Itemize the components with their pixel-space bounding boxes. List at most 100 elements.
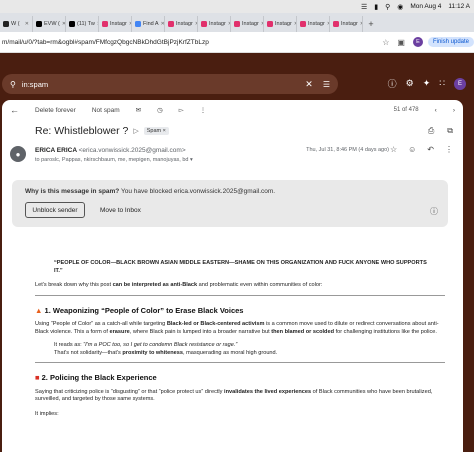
- intro-text-a: Let's break down why this post: [35, 282, 113, 288]
- snooze-clock-icon[interactable]: ◷: [157, 106, 163, 114]
- battery-icon[interactable]: ▮: [374, 3, 378, 11]
- browser-tab[interactable]: (11) Tw✕: [66, 16, 99, 32]
- close-tab-icon[interactable]: ✕: [25, 21, 29, 27]
- not-spam-button[interactable]: Not spam: [92, 107, 120, 114]
- back-arrow-icon[interactable]: ←: [10, 105, 19, 115]
- s1-quote-text: “I'm a POC too, so I get to condemn Blac…: [83, 342, 238, 348]
- star-icon[interactable]: ☆: [390, 145, 397, 154]
- sender-avatar-icon[interactable]: ●: [10, 146, 26, 162]
- reply-icon[interactable]: ↶: [427, 145, 434, 154]
- section-2-implies: It implies:: [35, 410, 59, 417]
- browser-tab[interactable]: Instagr✕: [198, 16, 231, 32]
- emoji-react-icon[interactable]: ☺: [408, 145, 416, 154]
- browser-tab[interactable]: W ( ✕: [0, 16, 33, 32]
- prev-page-icon[interactable]: ‹: [435, 107, 437, 114]
- tab-label: Instagr: [308, 21, 325, 27]
- subject-row: Re: Whistleblower ? ▷ Spam × ⎙ ⧉: [2, 120, 463, 142]
- tab-favicon-icon: [267, 21, 273, 27]
- menubar-time[interactable]: 11:12 A: [448, 3, 470, 10]
- s1-quote2-c: , masquerading as moral high ground.: [182, 349, 278, 356]
- s1-text-f: then blamed or scolded: [271, 328, 335, 335]
- tab-favicon-icon: [36, 21, 42, 27]
- unblock-sender-button[interactable]: Unblock sender: [25, 202, 85, 218]
- tab-label: (11) Tw: [77, 21, 95, 27]
- email-body: “PEOPLE OF COLOR—BLACK BROWN ASIAN MIDDL…: [35, 260, 445, 418]
- s2-text-b: invalidates the lived experiences: [224, 388, 312, 395]
- tab-label: Instagr: [242, 21, 259, 27]
- section-2-heading: ■ 2. Policing the Black Experience: [35, 374, 445, 382]
- browser-tab[interactable]: Instagr✕: [264, 16, 297, 32]
- browser-tab[interactable]: Instagr✕: [165, 16, 198, 32]
- section-1-heading: ▲ 1. Weaponizing “People of Color” to Er…: [35, 305, 445, 315]
- browser-tab[interactable]: Instagr✕: [99, 16, 132, 32]
- finish-update-button[interactable]: Finish update: [427, 37, 474, 47]
- clear-search-icon[interactable]: ✕: [305, 79, 313, 90]
- wifi-icon[interactable]: ☰: [361, 3, 367, 11]
- open-in-new-window-icon[interactable]: ⧉: [447, 126, 453, 136]
- account-avatar[interactable]: E: [454, 77, 466, 90]
- sender-actions: ☆ ☺ ↶ ⋮: [390, 145, 453, 154]
- apps-grid-icon[interactable]: ∷: [439, 78, 445, 89]
- search-bar[interactable]: ⚲ in:spam ✕ ☰: [2, 74, 338, 94]
- info-icon[interactable]: ⓘ: [430, 206, 438, 217]
- next-page-icon[interactable]: ›: [453, 107, 455, 114]
- control-center-icon[interactable]: ◉: [397, 3, 403, 11]
- browser-tab[interactable]: Instagr✕: [330, 16, 363, 32]
- bookmark-star-icon[interactable]: ☆: [382, 38, 389, 47]
- browser-tab[interactable]: Instagr✕: [231, 16, 264, 32]
- s1-text-b: Black-led or Black-centered activism: [166, 321, 265, 327]
- search-icon[interactable]: ⚲: [385, 3, 390, 11]
- delete-forever-button[interactable]: Delete forever: [35, 107, 76, 114]
- spam-explanation-box: Why is this message in spam? You have bl…: [12, 180, 448, 227]
- help-icon[interactable]: ⓘ: [388, 77, 397, 90]
- label-icon[interactable]: ▻: [179, 106, 184, 114]
- gmail-header: ⚲ in:spam ✕ ☰ ⓘ ⚙ ✦ ∷ E: [0, 53, 474, 97]
- alarm-icon: ■: [35, 373, 40, 382]
- new-tab-icon[interactable]: +: [363, 16, 379, 32]
- browser-profile-avatar[interactable]: E: [412, 37, 423, 47]
- s1-quote2-a: That's not solidarity—that's: [54, 349, 123, 356]
- tab-favicon-icon: [168, 21, 174, 27]
- fire-icon: ▲: [35, 305, 43, 315]
- s1-quote2-b: proximity to whiteness: [122, 349, 183, 356]
- search-input[interactable]: in:spam: [22, 80, 305, 89]
- sender-row: ● ERICA ERICA <erica.vonwissick.2025@gma…: [2, 142, 463, 170]
- section-1-paragraph: Using “People of Color” as a catch-all w…: [35, 321, 445, 336]
- recipients-line[interactable]: to paroslc, Pappas, nkirschbaum, me, mep…: [35, 157, 193, 163]
- tab-favicon-icon: [300, 21, 306, 27]
- header-icons: ⓘ ⚙ ✦ ∷ E: [388, 77, 466, 90]
- gemini-sparkle-icon[interactable]: ✦: [423, 78, 431, 89]
- tab-label: W (: [11, 21, 20, 27]
- tab-favicon-icon: [135, 21, 141, 27]
- message-view: ← Delete forever Not spam ✉ ◷ ▻ ⋮ 51 of …: [2, 100, 463, 452]
- more-vert-icon[interactable]: ⋮: [445, 145, 453, 154]
- tab-favicon-icon: [69, 21, 75, 27]
- tab-label: Instagr: [176, 21, 193, 27]
- sender-name[interactable]: ERICA ERICA <erica.vonwissick.2025@gmail…: [35, 147, 186, 154]
- menubar-date[interactable]: Mon Aug 4: [410, 3, 441, 10]
- move-to-inbox-button[interactable]: Move to Inbox: [100, 207, 141, 214]
- settings-gear-icon[interactable]: ⚙: [406, 78, 414, 89]
- s1-text-e: , where Black pain is lumped into a broa…: [129, 328, 272, 335]
- message-toolbar: ← Delete forever Not spam ✉ ◷ ▻ ⋮ 51 of …: [2, 100, 463, 120]
- email-subject: Re: Whistleblower ?: [35, 125, 129, 137]
- search-options-icon[interactable]: ☰: [323, 80, 330, 89]
- email-date: Thu, Jul 31, 8:46 PM (4 days ago): [306, 147, 389, 153]
- more-vert-icon[interactable]: ⋮: [200, 106, 207, 114]
- print-icon[interactable]: ⎙: [428, 126, 434, 136]
- url-field[interactable]: m/mail/u/0/?tab=rm&ogbl#spam/FMfcgzQbgcN…: [2, 39, 382, 46]
- search-icon[interactable]: ⚲: [10, 80, 16, 89]
- mail-icon[interactable]: ✉: [136, 106, 141, 114]
- tab-favicon-icon: [3, 21, 9, 27]
- spam-question: Why is this message in spam?: [25, 188, 120, 195]
- spam-label-chip[interactable]: Spam ×: [143, 127, 169, 135]
- intro-text-c: and problematic even within communities …: [197, 282, 323, 288]
- important-marker-icon[interactable]: ▷: [133, 127, 138, 135]
- spam-label-text: Spam: [146, 128, 162, 134]
- browser-tab[interactable]: EVW (✕: [33, 16, 66, 32]
- browser-tab[interactable]: Instagr✕: [297, 16, 330, 32]
- browser-tab[interactable]: Find A ✕: [132, 16, 165, 32]
- s1-text-d: erasure: [109, 328, 130, 335]
- extensions-icon[interactable]: ▣: [397, 38, 405, 47]
- divider: [35, 362, 445, 363]
